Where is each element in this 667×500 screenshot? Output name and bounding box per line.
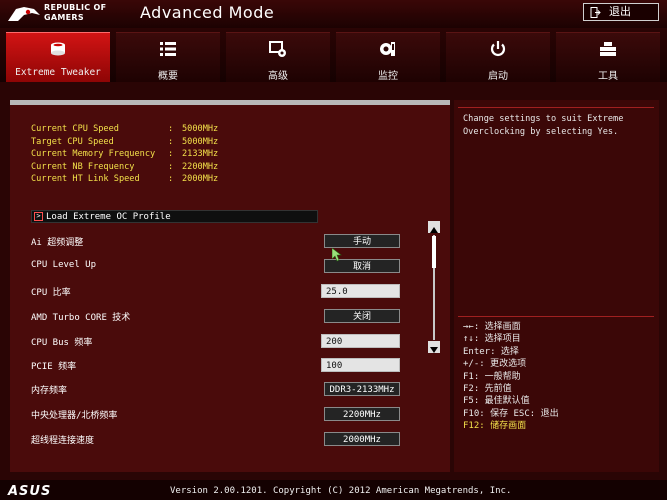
scroll-down-button[interactable] bbox=[428, 341, 440, 353]
list-icon bbox=[160, 42, 176, 56]
power-icon bbox=[490, 41, 506, 56]
tab-monitor[interactable]: 监控 bbox=[336, 32, 440, 82]
tools-icon bbox=[600, 42, 616, 56]
setting-memory-frequency-label: 内存频率 bbox=[31, 386, 68, 396]
info-memory-frequency: Current Memory Frequency:2133MHz bbox=[31, 149, 219, 159]
tab-boot[interactable]: 启动 bbox=[446, 32, 550, 82]
memory-frequency-select[interactable]: DDR3-2133MHz bbox=[324, 382, 400, 396]
keyboard-shortcuts: →←: 选择画面 ↑↓: 选择项目 Enter: 选择 +/-: 更改选项 F1… bbox=[463, 321, 559, 433]
setting-pcie-frequency-label: PCIE 频率 bbox=[31, 362, 77, 372]
exit-door-icon bbox=[590, 6, 601, 18]
cpu-ratio-input[interactable]: 25.0 bbox=[321, 284, 400, 298]
tab-label: 概要 bbox=[158, 71, 178, 82]
shortcut-line: Enter: 选择 bbox=[463, 346, 519, 357]
setting-cpu-nb-frequency-label: 中央处理器/北桥频率 bbox=[31, 411, 118, 421]
shortcut-line: ↑↓: 选择项目 bbox=[463, 334, 521, 345]
submenu-arrow-icon: > bbox=[34, 212, 43, 221]
scrollbar-thumb[interactable] bbox=[432, 236, 436, 268]
load-extreme-oc-profile[interactable]: > Load Extreme OC Profile bbox=[31, 210, 318, 223]
shortcut-line: F2: 先前值 bbox=[463, 384, 512, 395]
amd-turbo-core-select[interactable]: 关闭 bbox=[324, 309, 400, 323]
shortcut-line: F5: 最佳默认值 bbox=[463, 396, 530, 407]
setting-ht-link-speed-label: 超线程连接速度 bbox=[31, 436, 95, 446]
ht-link-speed-select[interactable]: 2000MHz bbox=[324, 432, 400, 446]
setting-cpu-ratio-label: CPU 比率 bbox=[31, 288, 71, 298]
brand-line2: GAMERS bbox=[44, 13, 84, 22]
shortcut-line: +/-: 更改选项 bbox=[463, 359, 527, 370]
tab-label: 监控 bbox=[378, 71, 398, 82]
shortcut-line-highlight: F12: 储存画面 bbox=[463, 421, 527, 432]
help-divider-keys bbox=[458, 316, 654, 317]
info-ht-link-speed: Current HT Link Speed:2000MHz bbox=[31, 174, 219, 184]
version-text: Version 2.00.1201. Copyright (C) 2012 Am… bbox=[170, 486, 512, 496]
brand-name: REPUBLIC OF GAMERS bbox=[44, 3, 106, 23]
shortcut-line: F1: 一般帮助 bbox=[463, 371, 521, 382]
info-current-cpu-speed: Current CPU Speed:5000MHz bbox=[31, 124, 219, 134]
help-description: Change settings to suit Extreme Overcloc… bbox=[463, 114, 624, 137]
shortcut-line: F10: 保存 ESC: 退出 bbox=[463, 408, 559, 419]
tab-advanced[interactable]: 高级 bbox=[226, 32, 330, 82]
title-bar: REPUBLIC OF GAMERS Advanced Mode 退出 bbox=[0, 0, 667, 28]
cpu-nb-frequency-select[interactable]: 2200MHz bbox=[324, 407, 400, 421]
cpu-chip-icon bbox=[51, 42, 65, 56]
setting-ai-overclock-label: Ai 超频调整 bbox=[31, 238, 84, 248]
mode-title: Advanced Mode bbox=[140, 3, 275, 22]
help-divider-top bbox=[458, 107, 654, 108]
monitor-icon bbox=[380, 42, 395, 56]
info-nb-frequency: Current NB Frequency:2200MHz bbox=[31, 161, 219, 172]
tab-overview[interactable]: 概要 bbox=[116, 32, 220, 82]
tab-label: 启动 bbox=[488, 71, 508, 82]
exit-label: 退出 bbox=[609, 5, 631, 18]
exit-button[interactable]: 退出 bbox=[583, 3, 659, 21]
main-tabs: Extreme Tweaker 概要 高级 监控 启动 工具 bbox=[0, 28, 667, 82]
tab-label: 高级 bbox=[268, 71, 288, 82]
advanced-settings-icon bbox=[269, 41, 286, 57]
tab-tools[interactable]: 工具 bbox=[556, 32, 660, 82]
arrow-down-icon bbox=[430, 347, 438, 353]
tab-extreme-tweaker[interactable]: Extreme Tweaker bbox=[6, 32, 110, 82]
oc-profile-label: Load Extreme OC Profile bbox=[46, 212, 171, 222]
pcie-frequency-input[interactable]: 100 bbox=[321, 358, 400, 372]
scroll-up-button[interactable] bbox=[428, 221, 440, 233]
info-target-cpu-speed: Target CPU Speed:5000MHz bbox=[31, 136, 219, 147]
ai-overclock-select[interactable]: 手动 bbox=[324, 234, 400, 248]
shortcut-line: →←: 选择画面 bbox=[463, 322, 521, 332]
setting-cpu-level-up-label: CPU Level Up bbox=[31, 260, 97, 270]
mouse-cursor-icon bbox=[332, 248, 342, 262]
setting-amd-turbo-core-label: AMD Turbo CORE 技术 bbox=[31, 313, 131, 323]
tab-label: 工具 bbox=[598, 71, 618, 82]
setting-cpu-bus-frequency-label: CPU Bus 频率 bbox=[31, 338, 93, 348]
brand-line1: REPUBLIC OF bbox=[44, 3, 107, 12]
rog-logo-icon bbox=[8, 7, 40, 21]
asus-logo: ASUS bbox=[8, 484, 52, 499]
tab-label: Extreme Tweaker bbox=[15, 67, 101, 78]
cpu-bus-frequency-input[interactable]: 200 bbox=[321, 334, 400, 348]
